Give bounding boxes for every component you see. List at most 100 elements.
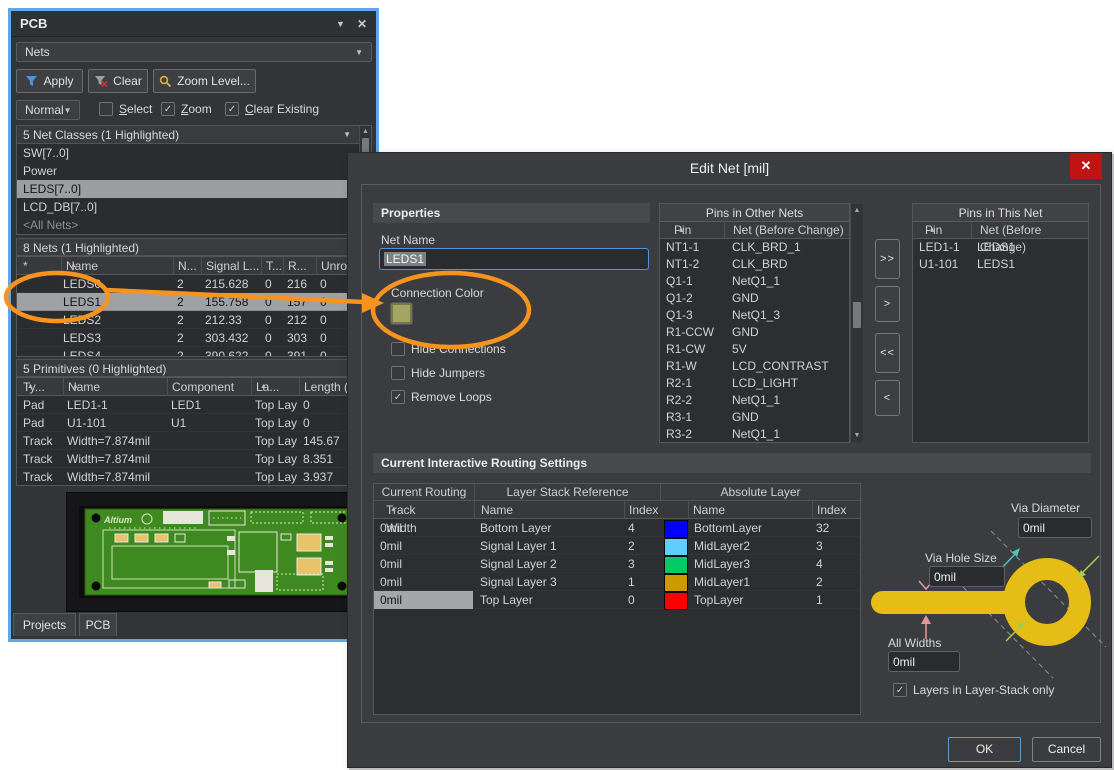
- net-row[interactable]: LEDS3 2 303.432 0 303 0: [17, 329, 375, 347]
- net-class-item-selected[interactable]: LEDS[7..0]: [17, 180, 371, 198]
- pcb-preview-image: Altium: [79, 506, 359, 598]
- routing-row[interactable]: 0mil Signal Layer 2 3 MidLayer3 4: [374, 555, 860, 573]
- layers-in-stack-checkbox[interactable]: ✓ Layers in Layer-Stack only: [893, 683, 1054, 697]
- scroll-down-icon[interactable]: ▼: [851, 432, 863, 439]
- net-class-item[interactable]: LCD_DB[7..0]: [17, 198, 371, 216]
- pin-row[interactable]: R1-CCWGND: [660, 324, 849, 341]
- hide-jumpers-checkbox[interactable]: Hide Jumpers: [391, 366, 485, 380]
- routing-row[interactable]: 0mil Top Layer 0 TopLayer 1: [374, 591, 860, 609]
- apply-button[interactable]: Apply: [16, 69, 83, 93]
- panel-mode-dropdown[interactable]: Nets ▼: [16, 42, 372, 62]
- net-row[interactable]: LEDS2 2 212.33 0 212 0: [17, 311, 375, 329]
- primitive-row[interactable]: Track Width=7.874mil Top Lay 8.351: [17, 450, 375, 468]
- net-name-value: LEDS1: [384, 252, 426, 266]
- checkbox-check-icon: ✓: [391, 390, 405, 404]
- ok-button[interactable]: OK: [948, 737, 1021, 762]
- pins-other-table: Pins in Other Nets Pin▲ Net (Before Chan…: [659, 203, 850, 443]
- hide-connections-checkbox[interactable]: Hide Connections: [391, 342, 506, 356]
- pins-other-title: Pins in Other Nets: [660, 204, 849, 222]
- checkbox-check-icon: ✓: [225, 102, 239, 116]
- via-hole-size-label: Via Hole Size: [925, 551, 997, 565]
- clear-funnel-icon: [94, 75, 108, 87]
- move-all-right-button[interactable]: >>: [875, 239, 900, 279]
- primitives-table: Ty...▲ Name▲ Component La...▲ Length (mi…: [16, 377, 376, 486]
- connection-color-swatch[interactable]: [391, 303, 412, 324]
- scroll-up-icon[interactable]: ▲: [851, 207, 863, 214]
- scrollbar-thumb[interactable]: [853, 302, 861, 328]
- pin-row[interactable]: LED1-1LEDS1: [913, 239, 1088, 256]
- magnifier-icon: [159, 75, 172, 88]
- pins-other-scrollbar[interactable]: ▲ ▼: [850, 204, 863, 442]
- pin-row[interactable]: Q1-2GND: [660, 290, 849, 307]
- net-classes-header[interactable]: 5 Net Classes (1 Highlighted) ▼: [17, 126, 371, 144]
- tab-pcb[interactable]: PCB: [79, 613, 117, 636]
- primitive-row[interactable]: Track Width=7.874mil Top Lay 3.937: [17, 468, 375, 486]
- net-class-item[interactable]: Power: [17, 162, 371, 180]
- net-row-highlighted[interactable]: LEDS1 2 155.758 0 157 0: [17, 293, 375, 311]
- pin-row[interactable]: U1-101LEDS1: [913, 256, 1088, 273]
- move-one-right-button[interactable]: >: [875, 286, 900, 322]
- via-diameter-label: Via Diameter: [1011, 501, 1080, 515]
- net-row[interactable]: LEDS4 2 390.622 0 391 0: [17, 347, 375, 357]
- net-class-item[interactable]: SW[7..0]: [17, 144, 371, 162]
- pin-row[interactable]: R2-1LCD_LIGHT: [660, 375, 849, 392]
- pin-row[interactable]: R3-1GND: [660, 409, 849, 426]
- net-row[interactable]: LEDS0 2 215.628 0 216 0: [17, 275, 375, 293]
- pin-row[interactable]: R2-2NetQ1_1: [660, 392, 849, 409]
- primitive-row[interactable]: Pad U1-101 U1 Top Lay 0: [17, 414, 375, 432]
- panel-menu-icon[interactable]: ▼: [336, 19, 345, 29]
- routing-row[interactable]: 0mil Signal Layer 3 1 MidLayer1 2: [374, 573, 860, 591]
- pin-row[interactable]: Q1-1NetQ1_1: [660, 273, 849, 290]
- via-hole-size-input[interactable]: 0mil: [929, 566, 1005, 587]
- cancel-button[interactable]: Cancel: [1032, 737, 1101, 762]
- clear-existing-checkbox[interactable]: ✓ Clear Existing: [225, 102, 319, 116]
- zoom-checkbox[interactable]: ✓ Zoom: [161, 102, 212, 116]
- layer-color-swatch: [664, 538, 688, 556]
- zoom-level-button[interactable]: Zoom Level...: [153, 69, 256, 93]
- routing-row[interactable]: 0mil Signal Layer 1 2 MidLayer2 3: [374, 537, 860, 555]
- panel-mode-value: Nets: [25, 45, 50, 59]
- tab-projects[interactable]: Projects: [13, 613, 76, 636]
- connection-color-label: Connection Color: [391, 286, 484, 300]
- pin-row[interactable]: R1-WLCD_CONTRAST: [660, 358, 849, 375]
- select-checkbox[interactable]: Select: [99, 102, 152, 116]
- pin-row[interactable]: NT1-1CLK_BRD_1: [660, 239, 849, 256]
- clear-button[interactable]: Clear: [88, 69, 148, 93]
- all-widths-input[interactable]: 0mil: [888, 651, 960, 672]
- dialog-close-button[interactable]: ✕: [1070, 153, 1102, 179]
- panel-close-icon[interactable]: ✕: [357, 17, 367, 31]
- routing-row[interactable]: 0mil Bottom Layer 4 BottomLayer 32: [374, 519, 860, 537]
- pin-row[interactable]: NT1-2CLK_BRD: [660, 256, 849, 273]
- chevron-down-icon: ▼: [64, 106, 72, 115]
- all-widths-label: All Widths: [888, 636, 941, 650]
- primitive-row[interactable]: Pad LED1-1 LED1 Top Lay 0: [17, 396, 375, 414]
- properties-header: Properties: [373, 203, 650, 223]
- pcb-panel-title: PCB: [20, 16, 47, 31]
- pin-row[interactable]: R3-2NetQ1_1: [660, 426, 849, 443]
- sort-asc-icon: ▲: [678, 222, 685, 239]
- pins-other-columns[interactable]: Pin▲ Net (Before Change): [660, 222, 849, 239]
- move-all-left-button[interactable]: <<: [875, 333, 900, 373]
- scroll-up-icon[interactable]: ▲: [360, 128, 371, 135]
- pin-row[interactable]: R1-CW5V: [660, 341, 849, 358]
- primitives-table-header[interactable]: Ty...▲ Name▲ Component La...▲ Length (mi…: [17, 378, 375, 396]
- dialog-titlebar[interactable]: Edit Net [mil]: [348, 153, 1111, 183]
- layer-color-swatch: [664, 556, 688, 574]
- layer-color-swatch: [664, 574, 688, 592]
- mask-mode-dropdown[interactable]: Normal ▼: [16, 100, 80, 120]
- remove-loops-checkbox[interactable]: ✓ Remove Loops: [391, 390, 492, 404]
- primitive-row[interactable]: Track Width=7.874mil Top Lay 145.67: [17, 432, 375, 450]
- sort-asc-icon: ▲: [260, 378, 267, 396]
- pin-row[interactable]: Q1-3NetQ1_3: [660, 307, 849, 324]
- pins-this-table: Pins in This Net Pin▲ Net (Before Change…: [912, 203, 1089, 443]
- board-preview[interactable]: Altium: [66, 492, 372, 612]
- via-diameter-input[interactable]: 0mil: [1018, 517, 1092, 538]
- pcb-panel: PCB ▼ ✕ Nets ▼ Apply Clear Zoom Level...…: [8, 8, 379, 642]
- pcb-panel-titlebar[interactable]: PCB ▼ ✕: [11, 11, 376, 37]
- net-name-input[interactable]: LEDS1: [379, 248, 649, 270]
- move-one-left-button[interactable]: <: [875, 380, 900, 416]
- nets-table-header[interactable]: * Name▲ N... Signal L... T... R... Unrou…: [17, 257, 375, 275]
- pins-this-columns[interactable]: Pin▲ Net (Before Change): [913, 222, 1088, 239]
- net-class-item[interactable]: <All Nets>: [17, 216, 371, 234]
- routing-columns[interactable]: Track Width▲ Name Index Name Index: [374, 501, 860, 519]
